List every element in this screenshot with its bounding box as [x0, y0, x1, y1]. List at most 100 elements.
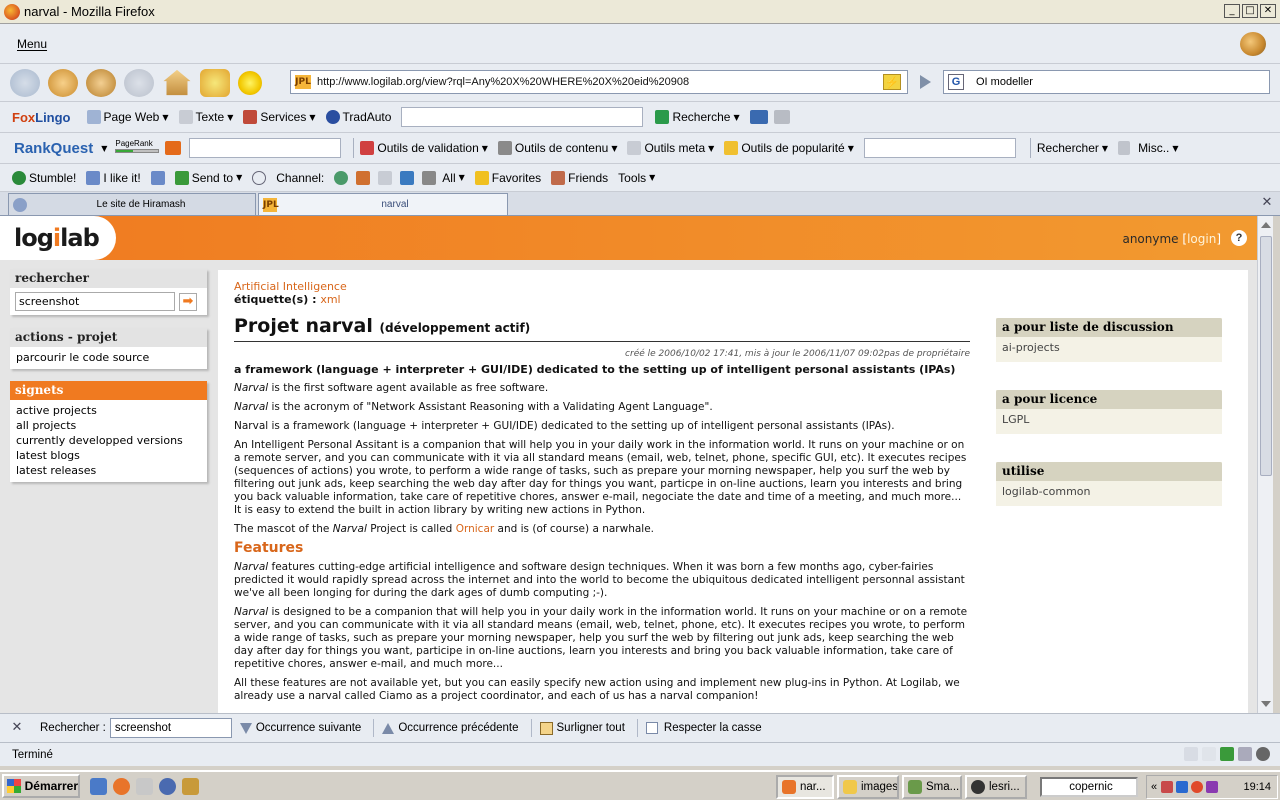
tray-icon[interactable] [1191, 781, 1204, 793]
tray-icon[interactable] [1176, 781, 1189, 793]
google-icon[interactable]: G [948, 74, 964, 90]
tool-icon[interactable] [773, 110, 790, 124]
thumbs-down-icon[interactable] [150, 170, 165, 185]
uses-link[interactable]: logilab-common [996, 481, 1222, 506]
foxlingo-logo[interactable]: FoxLingo [12, 110, 71, 125]
tab-narval[interactable]: JPL narval [258, 193, 508, 215]
back-arrow-icon[interactable] [10, 68, 40, 97]
favorites-button[interactable]: Favorites [474, 170, 541, 185]
outils-contenu-menu[interactable]: Outils de contenu ▼ [497, 141, 617, 155]
find-prev-button[interactable]: Occurrence précédente [382, 722, 519, 734]
friends-button[interactable]: Friends [551, 170, 608, 185]
tray-icon[interactable] [1206, 781, 1219, 793]
lightning-icon[interactable]: ⚡ [883, 74, 901, 90]
zero-icon[interactable] [1256, 747, 1270, 761]
scroll-down-icon[interactable] [1261, 701, 1271, 707]
page-scrollbar[interactable] [1257, 216, 1273, 713]
w-icon[interactable] [165, 141, 182, 155]
search-input[interactable]: screenshot [15, 292, 175, 311]
logilab-logo[interactable]: log i lab [0, 216, 116, 260]
tray-icon[interactable] [1161, 781, 1174, 793]
window-icon[interactable] [1202, 747, 1216, 761]
close-button[interactable]: ✕ [1260, 4, 1276, 18]
action-browse-source[interactable]: parcourir le code source [16, 350, 201, 365]
find-next-button[interactable]: Occurrence suivante [239, 722, 361, 734]
start-button[interactable]: Démarrer [2, 774, 80, 798]
comment-icon[interactable] [252, 170, 267, 185]
ie-icon[interactable] [90, 777, 107, 795]
scroll-thumb[interactable] [1260, 236, 1272, 476]
globe-icon[interactable] [334, 170, 349, 185]
minimize-button[interactable]: _ [1224, 4, 1240, 18]
search-bar[interactable]: G OI modeller [943, 70, 1270, 94]
go-arrow-icon[interactable] [920, 75, 931, 89]
forward-arrow-icon[interactable] [48, 68, 78, 97]
photo-icon[interactable] [400, 170, 415, 185]
seo-input[interactable] [863, 138, 1016, 158]
recherche-button[interactable]: Recherche ▼ [655, 110, 740, 124]
task-lesri[interactable]: lesri... [965, 775, 1027, 799]
close-find-icon[interactable]: ✕ [10, 721, 24, 735]
firefox-icon[interactable] [113, 777, 130, 795]
sun-icon[interactable] [238, 70, 262, 95]
close-tab-icon[interactable]: ✕ [1260, 196, 1274, 210]
d-icon[interactable] [1238, 747, 1252, 761]
signet-latest-blogs[interactable]: latest blogs [16, 448, 201, 463]
tradauto-button[interactable]: TradAuto [325, 110, 391, 124]
category-link[interactable]: Artificial Intelligence [234, 280, 347, 293]
tray-expand-icon[interactable]: « [1151, 781, 1157, 793]
signet-latest-releases[interactable]: latest releases [16, 463, 201, 478]
menu-button[interactable]: Menu [17, 37, 47, 51]
discussion-link[interactable]: ai-projects [996, 337, 1222, 362]
services-menu[interactable]: Services ▼ [243, 110, 316, 124]
signet-active-projects[interactable]: active projects [16, 403, 201, 418]
all-channels-menu[interactable]: All ▼ [442, 171, 465, 185]
help-icon[interactable]: ? [1231, 230, 1247, 246]
maximize-button[interactable]: □ [1242, 4, 1258, 18]
reload-icon[interactable] [86, 68, 116, 97]
ilike-button[interactable]: I like it! [86, 170, 141, 185]
tag-icon[interactable] [378, 170, 393, 185]
rankquest-input[interactable] [189, 138, 342, 158]
tools-menu[interactable]: Tools ▼ [618, 171, 655, 185]
signet-all-projects[interactable]: all projects [16, 418, 201, 433]
stumble-button[interactable]: Stumble! [12, 170, 76, 185]
extension-icon[interactable] [200, 68, 230, 97]
ornicar-link[interactable]: Ornicar [456, 523, 495, 535]
home-icon[interactable] [163, 69, 191, 96]
dots-icon[interactable] [422, 170, 437, 185]
tool-icon[interactable] [136, 777, 153, 795]
highlight-all-button[interactable]: Surligner tout [539, 721, 625, 735]
task-images[interactable]: images [837, 775, 899, 799]
misc-menu[interactable]: Misc.. ▼ [1138, 141, 1179, 155]
chevron-down-icon[interactable]: ▼ [101, 144, 107, 153]
rankquest-logo[interactable]: RankQuest [14, 140, 93, 157]
foxlingo-input[interactable] [401, 107, 644, 127]
app2-icon[interactable] [182, 777, 199, 795]
tag-link[interactable]: xml [320, 293, 340, 306]
rechercher-menu[interactable]: Rechercher ▼ [1037, 141, 1108, 155]
pen-icon[interactable] [1118, 141, 1131, 155]
tab-hiramash[interactable]: Le site de Hiramash [8, 193, 256, 215]
outils-validation-menu[interactable]: Outils de validation ▼ [360, 141, 488, 155]
swap-icon[interactable] [749, 110, 768, 124]
task-sma[interactable]: Sma... [902, 775, 962, 799]
checkbox[interactable] [645, 722, 658, 734]
find-input[interactable]: screenshot [109, 718, 232, 738]
match-case-checkbox[interactable]: Respecter la casse [645, 722, 762, 734]
url-bar[interactable]: JPL http://www.logilab.org/view?rql=Any%… [290, 70, 908, 94]
license-link[interactable]: LGPL [996, 409, 1222, 434]
scroll-up-icon[interactable] [1261, 222, 1271, 228]
texte-menu[interactable]: Texte ▼ [178, 110, 233, 124]
outils-popularite-menu[interactable]: Outils de popularité ▼ [724, 141, 854, 155]
url-text[interactable]: http://www.logilab.org/view?rql=Any%20X%… [317, 76, 689, 88]
app-icon[interactable] [159, 777, 176, 795]
page-web-menu[interactable]: Page Web ▼ [86, 110, 169, 124]
stop-icon[interactable] [124, 68, 154, 97]
lock-icon[interactable] [1184, 747, 1198, 761]
search-bar-text[interactable]: OI modeller [976, 76, 1033, 88]
people-icon[interactable] [356, 170, 371, 185]
task-firefox[interactable]: nar... [776, 775, 834, 799]
outils-meta-menu[interactable]: Outils meta ▼ [627, 141, 714, 155]
addon-icon[interactable] [1220, 747, 1234, 761]
